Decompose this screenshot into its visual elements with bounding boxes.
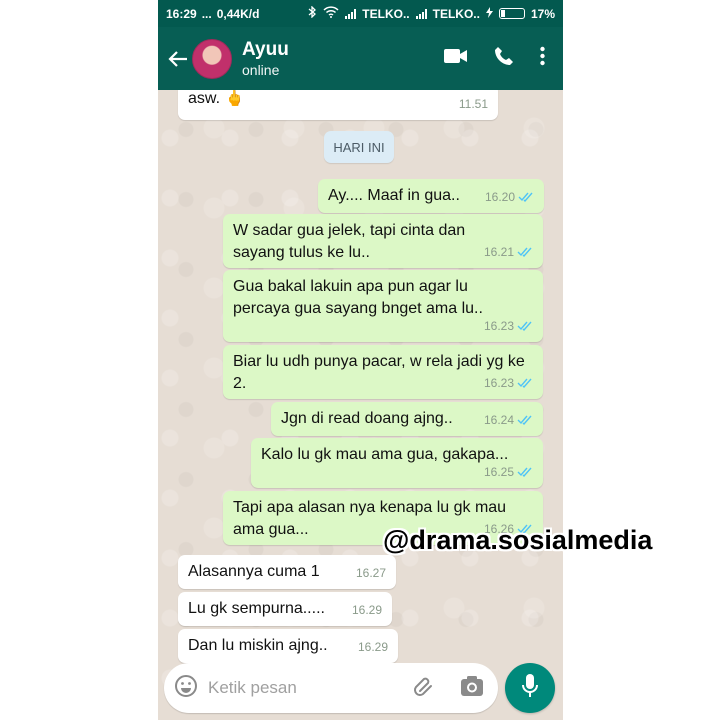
message-time: 16.21 (483, 245, 514, 259)
message-time: 16.29 (351, 603, 382, 617)
message-time: 16.27 (355, 566, 386, 580)
more-vert-icon[interactable] (540, 46, 545, 71)
message-text: Jgn di read doang ajng.. (281, 410, 453, 427)
message-time: 16.25 (483, 465, 514, 479)
chat-screen: 16:29 ... 0,44K/d TELKO.. TELKO.. 17% Ay… (158, 0, 563, 720)
message-text: Ay.... Maaf in gua.. (328, 187, 460, 204)
read-ticks-icon (517, 378, 532, 388)
carrier-2: TELKO.. (432, 6, 480, 21)
status-time: 16:29 (166, 6, 197, 21)
message-incoming[interactable]: Dan lu miskin ajng.. 16.29 (178, 629, 398, 663)
message-outgoing[interactable]: Kalo lu gk mau ama gua, gakapa... 16.25 (251, 438, 543, 488)
message-outgoing[interactable]: W sadar gua jelek, tapi cinta dan sayang… (223, 214, 543, 268)
status-dots: ... (201, 6, 212, 21)
watermark: @drama.sosialmedia (383, 525, 653, 555)
charging-icon (485, 6, 493, 21)
contact-info[interactable]: Ayuu online (242, 39, 289, 79)
back-arrow-icon[interactable] (162, 39, 194, 79)
message-outgoing[interactable]: Gua bakal lakuin apa pun agar lu percaya… (223, 270, 543, 342)
message-incoming[interactable]: Lu gk sempurna..... 16.29 (178, 592, 392, 626)
message-time: 11.51 (458, 97, 488, 111)
message-text: asw. 🖕 (188, 90, 245, 107)
signal-icon (415, 8, 427, 19)
read-ticks-icon (517, 247, 532, 257)
message-text: W sadar gua jelek, tapi cinta dan sayang… (233, 222, 466, 261)
read-ticks-icon (517, 415, 532, 425)
message-text: Lu gk sempurna..... (188, 600, 325, 617)
read-ticks-icon (518, 192, 533, 202)
avatar[interactable] (192, 38, 232, 79)
message-text: Alasannya cuma 1 (188, 563, 320, 580)
signal-icon (345, 8, 357, 19)
message-outgoing[interactable]: Ay.... Maaf in gua.. 16.20 (318, 179, 544, 213)
chat-header: Ayuu online (158, 27, 563, 90)
status-bar: 16:29 ... 0,44K/d TELKO.. TELKO.. 17% (158, 0, 563, 27)
message-time: 16.24 (483, 413, 514, 427)
read-ticks-icon (517, 467, 532, 477)
message-composer (164, 663, 498, 713)
mic-icon (521, 673, 539, 704)
video-call-icon[interactable] (444, 48, 468, 69)
contact-name: Ayuu (242, 38, 289, 60)
message-text: Dan lu miskin ajng.. (188, 637, 328, 654)
attachment-icon[interactable] (412, 674, 436, 703)
battery-percent: 17% (530, 6, 555, 21)
message-time: 16.23 (483, 376, 514, 390)
date-divider: HARI INI (324, 131, 394, 163)
read-ticks-icon (517, 321, 532, 331)
carrier-1: TELKO.. (362, 6, 410, 21)
message-text: Gua bakal lakuin apa pun agar lu percaya… (233, 278, 483, 317)
network-speed: 0,44K/d (216, 6, 260, 21)
message-time: 16.23 (483, 319, 514, 333)
bluetooth-icon (308, 5, 317, 21)
message-input[interactable] (208, 678, 398, 698)
message-incoming[interactable]: Alasannya cuma 1 16.27 (178, 555, 396, 589)
mic-button[interactable] (505, 663, 555, 713)
message-outgoing[interactable]: Jgn di read doang ajng.. 16.24 (271, 402, 543, 436)
camera-icon[interactable] (460, 675, 484, 702)
battery-icon (498, 8, 525, 19)
message-text: Kalo lu gk mau ama gua, gakapa... (261, 446, 509, 463)
emoji-icon[interactable] (174, 674, 198, 703)
phone-icon[interactable] (494, 46, 514, 71)
contact-status: online (242, 61, 280, 78)
message-time: 16.20 (484, 190, 515, 204)
message-time: 16.29 (357, 640, 388, 654)
message-outgoing[interactable]: Biar lu udh punya pacar, w rela jadi yg … (223, 345, 543, 399)
wifi-icon (323, 6, 339, 21)
